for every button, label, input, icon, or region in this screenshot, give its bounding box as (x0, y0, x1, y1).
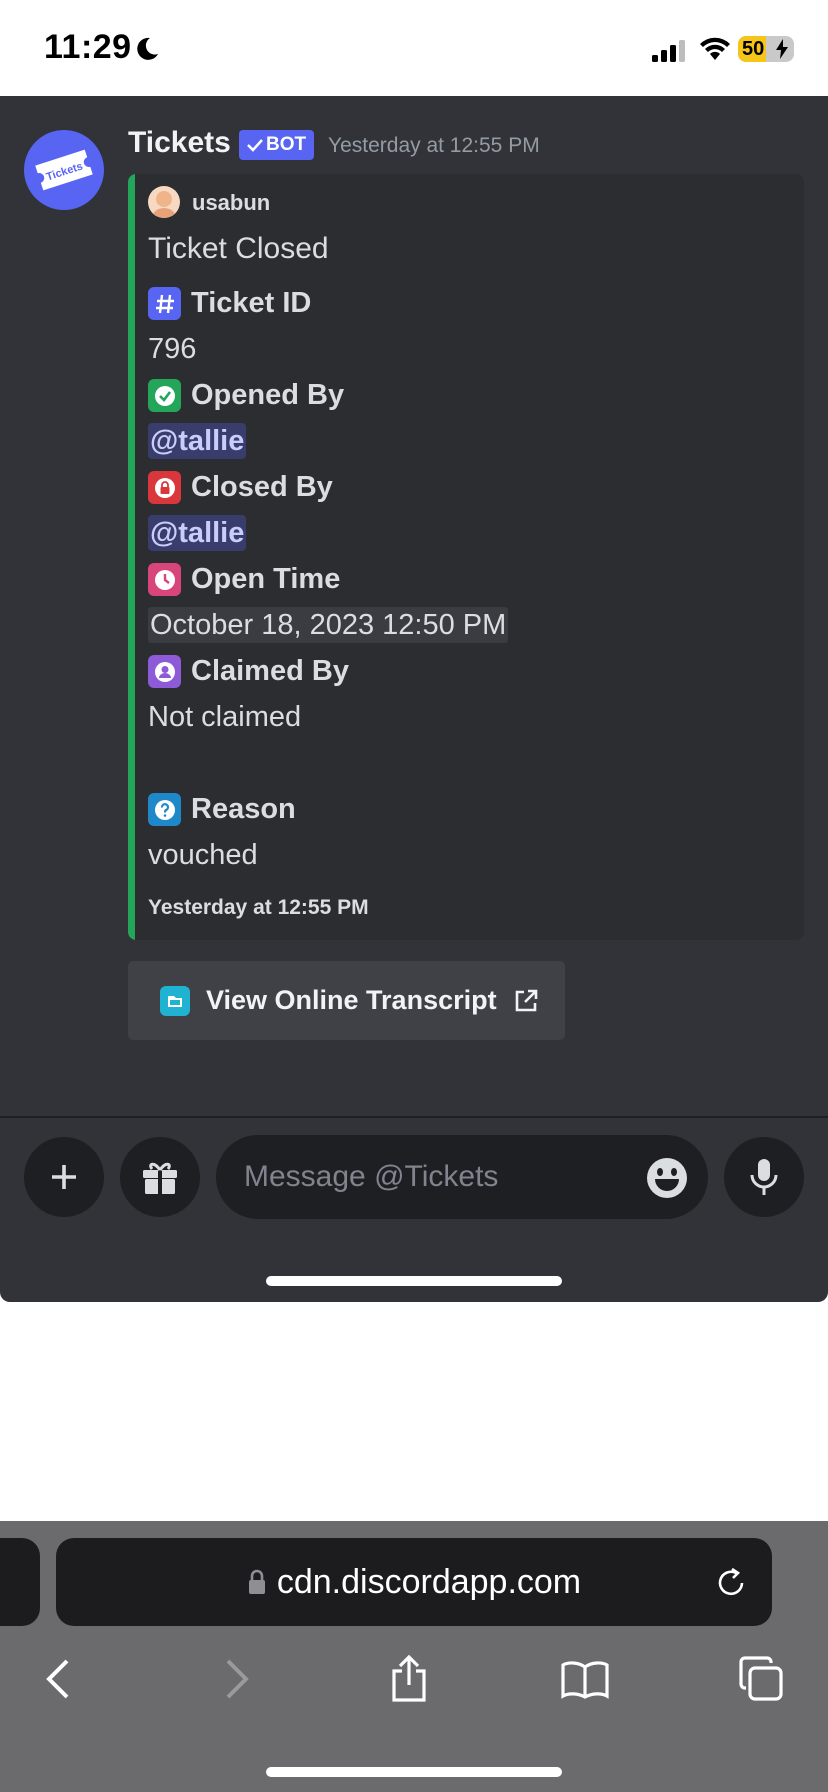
user-mention[interactable]: @tallie (148, 515, 247, 551)
gift-icon (143, 1162, 177, 1194)
forward-button[interactable] (212, 1654, 262, 1704)
home-indicator (266, 1767, 562, 1777)
embed: usabun Ticket Closed Ticket ID 796 Opene… (128, 174, 804, 940)
tabs-icon (739, 1656, 783, 1701)
bookmarks-button[interactable] (560, 1654, 610, 1704)
field-reason-name: Reason (148, 793, 296, 826)
field-reason-value: vouched (148, 839, 258, 871)
plus-icon (52, 1165, 76, 1189)
lock-icon (148, 471, 181, 504)
field-label: Reason (191, 793, 296, 825)
microphone-icon (750, 1159, 778, 1195)
check-icon (247, 139, 263, 152)
voice-message-button[interactable] (724, 1137, 804, 1217)
chevron-left-icon (46, 1659, 69, 1699)
message-input[interactable] (216, 1135, 708, 1219)
lock-icon (248, 1569, 265, 1594)
chevron-right-icon (226, 1659, 249, 1699)
external-link-icon (515, 989, 537, 1011)
message-author[interactable]: Tickets (128, 126, 231, 160)
field-closed-by-name: Closed By (148, 471, 333, 504)
tabs-button[interactable] (736, 1654, 786, 1704)
view-transcript-label: View Online Transcript (206, 985, 497, 1015)
field-open-time-value: October 18, 2023 12:50 PM (148, 607, 509, 643)
field-claimed-by-name: Claimed By (148, 655, 349, 688)
home-indicator (266, 1276, 562, 1286)
share-icon (392, 1655, 426, 1702)
field-ticket-id-name: Ticket ID (148, 287, 311, 320)
emoji-icon[interactable] (646, 1157, 688, 1199)
charging-bolt-icon (776, 39, 788, 59)
field-closed-by-value: @tallie (148, 515, 247, 551)
discord-chat: Tickets Tickets BOT Yesterday at 12:55 P… (0, 96, 828, 1302)
previous-tab-preview[interactable] (0, 1538, 40, 1626)
field-opened-by-value: @tallie (148, 423, 247, 459)
clock-icon (148, 563, 181, 596)
field-label: Ticket ID (191, 287, 312, 319)
back-button[interactable] (33, 1654, 83, 1704)
question-icon (148, 793, 181, 826)
bot-badge-label: BOT (266, 134, 307, 155)
person-icon (148, 655, 181, 688)
field-label: Open Time (191, 563, 341, 595)
bot-badge: BOT (239, 130, 315, 160)
embed-accent-bar (128, 174, 135, 940)
reload-icon[interactable] (714, 1566, 748, 1600)
check-icon (148, 379, 181, 412)
address-bar[interactable]: cdn.discordapp.com (56, 1538, 772, 1626)
timestamp-value[interactable]: October 18, 2023 12:50 PM (148, 607, 509, 643)
transcript-icon (160, 985, 190, 1016)
embed-author-avatar (148, 186, 180, 218)
moon-icon (137, 37, 158, 60)
field-ticket-id-value: 796 (148, 333, 197, 365)
message-timestamp: Yesterday at 12:55 PM (328, 134, 540, 157)
attach-button[interactable] (24, 1137, 104, 1217)
signal-icon (652, 40, 685, 62)
book-icon (561, 1661, 609, 1699)
field-label: Opened By (191, 379, 345, 411)
field-open-time-name: Open Time (148, 563, 340, 596)
battery-indicator: 50 (738, 36, 794, 62)
user-mention[interactable]: @tallie (148, 423, 247, 459)
safari-toolbar: cdn.discordapp.com (0, 1521, 828, 1792)
bot-avatar[interactable]: Tickets (24, 130, 104, 210)
composer-divider (0, 1116, 828, 1118)
field-opened-by-name: Opened By (148, 379, 344, 412)
embed-footer: Yesterday at 12:55 PM (148, 896, 369, 919)
field-label: Closed By (191, 471, 333, 503)
url-text: cdn.discordapp.com (276, 1562, 582, 1601)
view-transcript-button[interactable]: View Online Transcript (128, 961, 565, 1040)
embed-title: Ticket Closed (148, 232, 329, 265)
wifi-icon (700, 37, 730, 60)
field-claimed-by-value: Not claimed (148, 701, 302, 733)
hashtag-icon (148, 287, 181, 320)
status-time: 11:29 (44, 28, 132, 66)
embed-author[interactable]: usabun (192, 190, 270, 216)
battery-label: 50 (742, 38, 765, 60)
field-label: Claimed By (191, 655, 349, 687)
gift-button[interactable] (120, 1137, 200, 1217)
share-button[interactable] (384, 1654, 434, 1704)
status-bar: 11:29 50 (0, 0, 828, 96)
ticket-logo-icon: Tickets (35, 149, 93, 191)
